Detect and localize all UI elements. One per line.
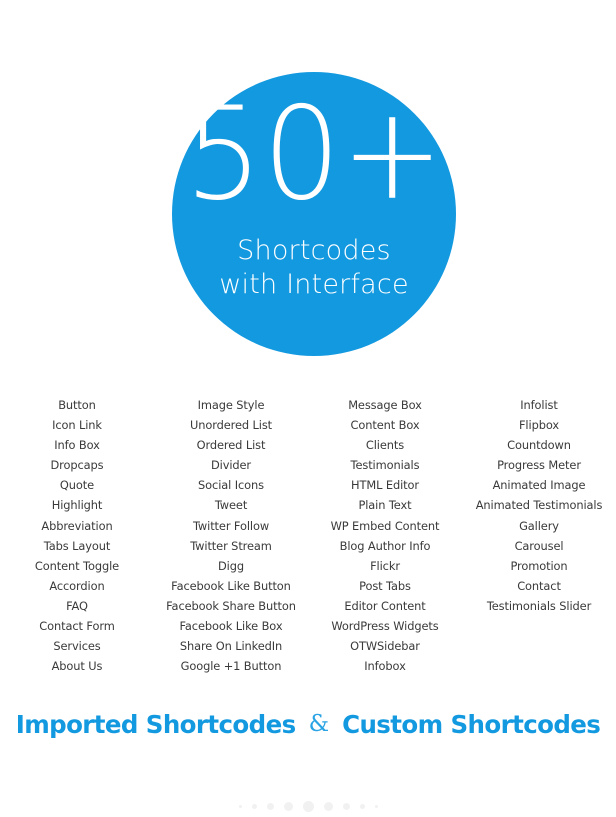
shortcode-list-item: Editor Content — [344, 598, 426, 613]
shortcode-list-item: Divider — [210, 458, 252, 473]
shortcode-list-item: Animated Image — [492, 478, 586, 493]
shortcode-list-item: Services — [53, 639, 101, 654]
decorative-dot — [323, 801, 333, 811]
shortcode-list-item: Unordered List — [189, 418, 273, 433]
shortcode-column-4: Infolist Flipbox Countdown Progress Meter An… — [462, 395, 616, 676]
shortcode-list-item: Plain Text — [358, 498, 412, 513]
shortcode-list-item: Testimonials Slider — [486, 598, 592, 613]
decorative-dot — [359, 803, 365, 809]
hero-subtitle-line-1: Shortcodes — [237, 235, 391, 267]
shortcode-list-item: Highlight — [51, 498, 103, 513]
shortcode-list-item: Button — [58, 398, 96, 412]
shortcode-list-item: Animated Testimonials — [475, 498, 603, 513]
shortcode-columns: Button Icon Link Info Box Dropcaps Quote High… — [0, 395, 616, 676]
shortcode-list-item: Post Tabs — [359, 578, 411, 593]
shortcode-list-item: Testimonials — [350, 458, 420, 473]
shortcode-list-item: FAQ — [66, 598, 88, 613]
shortcode-list-item: Infobox — [364, 659, 406, 674]
shortcode-list-item: Google +1 Button — [180, 659, 282, 674]
shortcode-count: 50+ — [184, 80, 444, 229]
shortcode-list-item: WP Embed Content — [330, 518, 440, 533]
shortcode-list-item: HTML Editor — [351, 478, 419, 493]
shortcode-column-3: Message Box Content Box Clients Testimonial… — [308, 395, 462, 676]
shortcode-list-item: Tweet — [214, 498, 248, 513]
shortcode-list-item: Gallery — [519, 518, 559, 533]
shortcode-list-item: About Us — [51, 659, 103, 674]
decorative-dot — [251, 803, 257, 809]
decorative-dot — [374, 804, 378, 808]
shortcode-list-item: Facebook Like Button — [171, 578, 291, 593]
decorative-dot-strip — [0, 795, 616, 817]
shortcode-list-item: Content Toggle — [34, 558, 120, 573]
hero-subtitle: Shortcodes with Interface — [219, 234, 409, 302]
shortcode-list-item: Ordered List — [196, 438, 266, 453]
shortcode-list-item: Progress Meter — [497, 458, 581, 473]
shortcode-list-item: Twitter Follow — [192, 518, 270, 533]
shortcode-list-item: Info Box — [54, 438, 100, 453]
shortcode-list-item: OTWSidebar — [350, 639, 420, 654]
custom-shortcodes-heading: Custom Shortcodes — [342, 710, 601, 739]
shortcode-list-item: Contact — [517, 578, 561, 593]
shortcode-column-2: Image Style Unordered List Ordered List Div… — [154, 395, 308, 676]
shortcode-list-item: Dropcaps — [50, 458, 104, 473]
shortcode-list-item: Social Icons — [198, 478, 264, 493]
decorative-dot — [342, 802, 350, 810]
shortcode-list-item: Infolist — [520, 398, 558, 412]
poster-page: 50+ Shortcodes with Interface Button Icon… — [0, 0, 616, 817]
shortcode-list-item: Twitter Stream — [190, 538, 272, 553]
shortcode-list-item: Digg — [218, 558, 244, 573]
shortcode-list-item: Content Box — [350, 418, 420, 433]
shortcode-list-item: Facebook Like Box — [179, 619, 283, 634]
imported-shortcodes-heading: Imported Shortcodes — [15, 710, 297, 739]
shortcode-list-item: Blog Author Info — [339, 538, 431, 553]
decorative-dot — [238, 804, 242, 808]
hero-subtitle-line-2: with Interface — [219, 269, 409, 301]
shortcode-list-item: Clients — [365, 438, 405, 453]
shortcode-list-item: Message Box — [348, 398, 422, 412]
shortcode-list-item: Carousel — [514, 538, 564, 553]
shortcode-list-item: Flickr — [370, 558, 400, 573]
decorative-dot — [283, 801, 293, 811]
shortcode-list-item: Icon Link — [52, 418, 102, 433]
hero-circle-badge: 50+ Shortcodes with Interface — [172, 72, 456, 356]
decorative-dot — [266, 802, 274, 810]
shortcode-list-item: Accordion — [49, 578, 105, 593]
shortcode-column-1: Button Icon Link Info Box Dropcaps Quote High… — [0, 395, 154, 676]
shortcode-list-item: Countdown — [507, 438, 571, 453]
shortcode-list-item: Share On LinkedIn — [179, 639, 283, 654]
shortcode-list-item: Flipbox — [518, 418, 559, 433]
shortcode-list-item: Quote — [59, 478, 95, 493]
shortcode-list-item: Promotion — [510, 558, 568, 573]
shortcode-list-item: Contact Form — [39, 619, 115, 634]
shortcode-list-item: Abbreviation — [41, 518, 113, 533]
shortcode-list-item: Image Style — [197, 398, 265, 412]
shortcode-list-item: Facebook Share Button — [166, 598, 296, 613]
shortcode-list-item: WordPress Widgets — [331, 619, 439, 634]
footer-headings: Imported Shortcodes & Custom Shortcodes — [0, 710, 616, 739]
shortcode-list-item: Tabs Layout — [43, 538, 111, 553]
ampersand-separator: & — [308, 710, 330, 737]
decorative-dot — [302, 800, 314, 812]
